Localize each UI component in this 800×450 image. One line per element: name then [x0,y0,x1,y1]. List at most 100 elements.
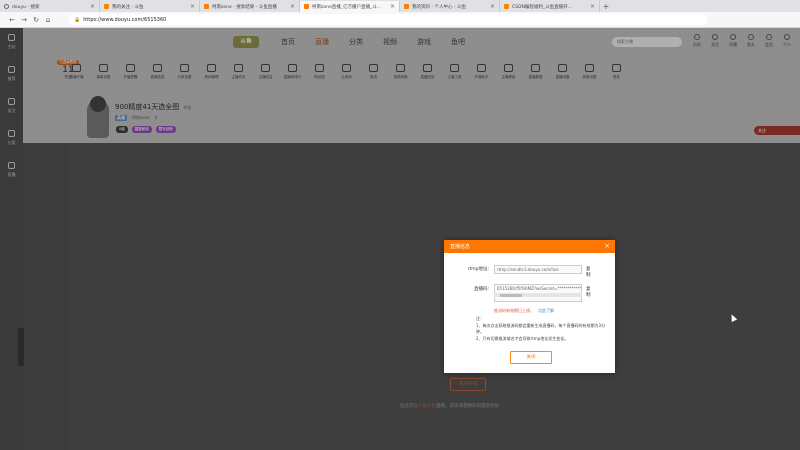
anchor-tool-item[interactable]: 主播工具 [441,64,468,80]
anchor-tool-item[interactable]: 云游戏 [333,64,360,80]
anchor-tool-item[interactable]: 主播权益 [252,64,279,80]
tab-title: 柯南zone直播_亿万播户直播_斗... [312,4,382,10]
anchor-tool-item[interactable]: 直播开播 [63,64,90,80]
fishball-button[interactable]: 鱼丸 [742,34,760,48]
report-link[interactable]: 举报 [183,105,191,110]
anchor-tool-item[interactable]: 弹幕设置 [90,64,117,80]
tool-icon [126,64,135,72]
category-tag[interactable]: 英雄 [115,115,127,121]
close-icon[interactable]: × [290,3,295,10]
history-button[interactable]: 历史 [688,34,706,48]
room-title: 900精度41天选全图 举报 [115,102,191,112]
tool-label: 主播权益 [258,75,273,79]
anchor-tool-item[interactable]: 推流 [360,64,387,80]
close-icon[interactable]: × [590,3,595,10]
nav-video[interactable]: 视频 [383,37,397,47]
forward-icon[interactable]: → [18,16,30,24]
rail-item[interactable]: 推荐 [0,60,23,92]
tool-icon [180,64,189,72]
anchor-tool-item[interactable]: 更多 [603,64,630,80]
fan-badge[interactable]: 碧蓝航线 [131,126,152,133]
nav-yuba[interactable]: 鱼吧 [451,37,465,47]
browser-tab[interactable]: CSDN编程福利_斗鱼直播开... × [500,1,600,12]
open-live-button[interactable]: 我要开播 [450,378,486,391]
close-icon[interactable]: × [490,3,495,10]
diamond-fan-badge[interactable]: 暂无钻粉 [155,126,176,133]
tool-label: 云游戏 [341,75,352,79]
browser-tab-active[interactable]: 柯南zone直播_亿万播户直播_斗... × [300,1,400,12]
key-field-scrollbar[interactable] [494,293,582,297]
tool-icon [585,64,594,72]
browser-tab[interactable]: 柯南zone - 搜索结果 - 斗鱼直播 × [200,1,300,12]
rail-item[interactable]: 直播 [0,156,23,188]
nav-game[interactable]: 游戏 [417,37,431,47]
anchor-tool-item[interactable]: 分类设置 [171,64,198,80]
anchor-tool-item[interactable]: 视频投稿 [387,64,414,80]
nav-category[interactable]: 分类 [349,37,363,47]
anchor-tool-item[interactable]: 直播间排行 [279,64,306,80]
anchor-tool-item[interactable]: 直播信息 [144,64,171,80]
browser-tab[interactable]: 我的关注 - 斗鱼 × [100,1,200,12]
tool-icon [288,64,297,72]
douyu-logo[interactable]: 斗鱼 [233,36,259,48]
rail-collapse-handle[interactable] [18,328,24,366]
close-icon[interactable]: × [190,3,195,10]
anchor-tool-item[interactable]: 房间管理 [198,64,225,80]
url-field[interactable]: 🔒 https://www.douyu.com/6515360 [68,14,708,25]
tool-label: 更多 [613,75,620,79]
back-icon[interactable]: ← [6,16,18,24]
owner-name[interactable]: 柯南zone [132,115,150,121]
anchor-tool-item[interactable]: 直播设置 [549,64,576,80]
dialog-title: 直播信息 [450,244,471,250]
start-live-button[interactable]: 开播 [724,34,742,48]
browser-tab[interactable]: 我的资料 - 个人中心 - 斗鱼 × [400,1,500,12]
level-badge: 0级 [116,126,128,133]
anchor-avatar[interactable] [77,96,119,140]
close-dialog-button[interactable]: 关闭 [510,351,552,364]
anchor-tool-item[interactable]: 房管设置 [576,64,603,80]
rail-item[interactable]: 关注 [0,92,23,124]
copy-key-button[interactable]: 复制 [586,286,591,298]
rtmp-label: rtmp地址: [467,267,489,272]
note-1: 1、每次点击获取推流码都会重新生成直播码，每个直播码的有效期为3分钟。 [476,322,606,335]
anchor-tool-item[interactable]: 粉丝团 [306,64,333,80]
tool-icon [477,64,486,72]
nav-live[interactable]: 直播 [315,37,329,47]
tool-label: 分类设置 [177,75,192,79]
anchor-tool-item[interactable]: 开播提醒 [117,64,144,80]
download-link[interactable]: 下载斗鱼 [418,404,436,409]
home-icon[interactable]: ⌂ [42,16,54,24]
close-icon[interactable]: × [604,242,610,250]
follow-button[interactable]: 关注 [754,126,800,135]
vip-button[interactable]: 会员 [760,34,778,48]
reload-icon[interactable]: ↻ [30,16,42,24]
rail-item[interactable]: 分类 [0,124,23,156]
anchor-tool-item[interactable]: 开播助手 [468,64,495,80]
browser-tab[interactable]: douyu - 搜索 × [0,1,100,12]
rail-item[interactable]: 主站 [0,28,23,60]
douyu-icon [304,4,309,9]
anchor-tool-item[interactable]: 直播数据 [522,64,549,80]
tab-title: CSDN编程福利_斗鱼直播开... [512,4,572,10]
close-icon[interactable]: × [90,3,95,10]
top-nav: 斗鱼 首页 直播 分类 视频 游戏 鱼吧 [233,36,485,48]
rtmp-address-field[interactable]: rtmp://sendtc3.douyu.com/live [494,265,582,274]
close-icon[interactable]: × [390,3,395,10]
tool-icon [450,64,459,72]
tool-label: 直播开播 [69,75,84,79]
nav-home[interactable]: 首页 [281,37,295,47]
search-input[interactable]: 搜索主播 [612,37,682,47]
anchor-tool-item[interactable]: 主播任务 [225,64,252,80]
warning-text: 推流码有效期已上线。 [494,308,534,313]
tool-label: 直播间排行 [283,75,302,79]
new-tab-button[interactable]: + [600,1,612,12]
profile-button[interactable]: 个人 [778,34,796,48]
scrollbar-thumb[interactable] [500,293,522,297]
rail-label: 分类 [7,140,16,145]
follow-list-button[interactable]: 关注 [706,34,724,48]
anchor-tool-item[interactable]: 直播回放 [414,64,441,80]
learn-more-link[interactable]: 点此了解 [538,308,554,313]
copy-rtmp-button[interactable]: 复制 [586,266,591,278]
heart-icon [712,34,718,40]
anchor-tool-item[interactable]: 主播等级 [495,64,522,80]
